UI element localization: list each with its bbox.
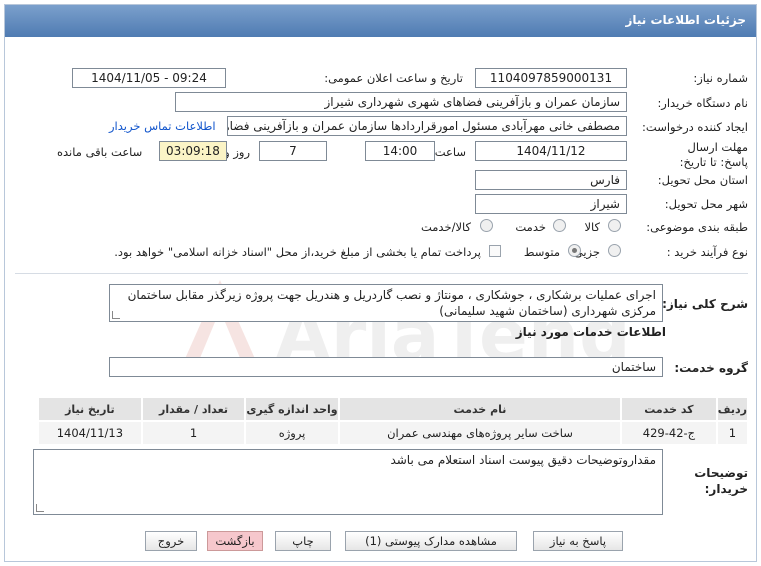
days-label: روز و bbox=[224, 145, 250, 159]
buyer-notes-field: مقداروتوضیحات دقیق پیوست اسناد استعلام م… bbox=[33, 449, 663, 515]
city-field: شیراز bbox=[475, 194, 627, 214]
category-radio-goods[interactable] bbox=[608, 219, 621, 232]
view-attachments-button[interactable]: مشاهده مدارک پیوستی (1) bbox=[345, 531, 517, 551]
deadline-date-field: 1404/11/12 bbox=[475, 141, 627, 161]
cell-row: 1 bbox=[715, 420, 750, 446]
resize-handle-icon[interactable] bbox=[112, 311, 120, 319]
remaining-label: ساعت باقی مانده bbox=[57, 145, 143, 159]
service-group-field: ساختمان bbox=[109, 357, 663, 377]
back-button[interactable]: بازگشت bbox=[207, 531, 263, 551]
cell-service-name: ساخت سایر پروژه‌های مهندسی عمران bbox=[337, 420, 623, 446]
remaining-time-field: 03:09:18 bbox=[159, 141, 227, 161]
description-label: شرح کلی نیاز: bbox=[662, 297, 748, 311]
category-radio-goods-service[interactable] bbox=[480, 219, 493, 232]
table-row: 1 ج-42-429 ساخت سایر پروژه‌های مهندسی عم… bbox=[37, 420, 750, 446]
creator-label: ایجاد کننده درخواست: bbox=[642, 120, 748, 134]
process-label: نوع فرآیند خرید : bbox=[666, 245, 748, 259]
time-label: ساعت bbox=[434, 145, 466, 159]
services-table: ردیف کد خدمت نام خدمت واحد اندازه گیری ت… bbox=[37, 396, 750, 446]
need-number-label: شماره نیاز: bbox=[693, 71, 748, 85]
category-option-goods: کالا bbox=[584, 220, 600, 234]
category-option-goods-service: کالا/خدمت bbox=[420, 220, 471, 234]
col-service-code: کد خدمت bbox=[620, 396, 718, 422]
col-unit: واحد اندازه گیری bbox=[244, 396, 340, 422]
process-option-medium: متوسط bbox=[523, 245, 560, 259]
description-field: اجرای عملیات برشکاری ، جوشکاری ، مونتاژ … bbox=[109, 284, 663, 322]
services-section-title: اطلاعات خدمات مورد نیاز bbox=[515, 325, 666, 339]
buyer-notes-text: مقداروتوضیحات دقیق پیوست اسناد استعلام م… bbox=[390, 453, 656, 467]
print-button[interactable]: چاپ bbox=[275, 531, 331, 551]
announce-label: تاریخ و ساعت اعلان عمومی: bbox=[324, 71, 463, 85]
treasury-payment-checkbox[interactable] bbox=[489, 245, 501, 257]
city-label: شهر محل تحویل: bbox=[664, 197, 748, 211]
days-field: 7 bbox=[259, 141, 327, 161]
deadline-time-field: 14:00 bbox=[365, 141, 435, 161]
page-header: جزئیات اطلاعات نیاز bbox=[5, 5, 756, 37]
cell-unit: پروژه bbox=[244, 420, 340, 446]
cell-service-code: ج-42-429 bbox=[620, 420, 718, 446]
description-text: اجرای عملیات برشکاری ، جوشکاری ، مونتاژ … bbox=[127, 288, 656, 318]
process-radio-minor[interactable] bbox=[608, 244, 621, 257]
buyer-contact-link[interactable]: اطلاعات تماس خریدار bbox=[109, 119, 216, 133]
cell-quantity: 1 bbox=[140, 420, 247, 446]
page-title: جزئیات اطلاعات نیاز bbox=[625, 13, 746, 27]
cell-need-date: 1404/11/13 bbox=[37, 420, 143, 446]
announce-field: 1404/11/05 - 09:24 bbox=[72, 68, 226, 88]
service-group-label: گروه خدمت: bbox=[674, 361, 748, 375]
page-frame: جزئیات اطلاعات نیاز AriaTender.net شماره… bbox=[4, 4, 757, 562]
reply-button[interactable]: پاسخ به نیاز bbox=[533, 531, 623, 551]
resize-handle-icon[interactable] bbox=[36, 504, 44, 512]
col-need-date: تاریخ نیاز bbox=[37, 396, 143, 422]
col-quantity: تعداد / مقدار bbox=[140, 396, 247, 422]
category-radio-service[interactable] bbox=[553, 219, 566, 232]
buyer-org-field: سازمان عمران و بازآفرینی فضاهای شهری شهر… bbox=[175, 92, 627, 112]
col-row: ردیف bbox=[715, 396, 750, 422]
treasury-payment-note: پرداخت تمام یا بخشی از مبلغ خرید،از محل … bbox=[114, 245, 481, 259]
category-option-service: خدمت bbox=[515, 220, 546, 234]
need-number-field: 1104097859000131 bbox=[475, 68, 627, 88]
province-field: فارس bbox=[475, 170, 627, 190]
province-label: استان محل تحویل: bbox=[657, 173, 748, 187]
deadline-label: مهلت ارسال پاسخ: تا تاریخ: bbox=[679, 140, 748, 169]
buyer-notes-label: توضیحات خریدار: bbox=[694, 466, 748, 496]
process-radio-medium[interactable] bbox=[568, 244, 581, 257]
category-label: طبقه بندی موضوعی: bbox=[646, 220, 748, 234]
exit-button[interactable]: خروج bbox=[145, 531, 197, 551]
divider bbox=[15, 273, 748, 274]
services-table-header: ردیف کد خدمت نام خدمت واحد اندازه گیری ت… bbox=[37, 396, 750, 422]
buyer-org-label: نام دستگاه خریدار: bbox=[657, 96, 748, 110]
col-service-name: نام خدمت bbox=[337, 396, 623, 422]
creator-field: مصطفی خانی مهرآبادی مسئول امورقراردادها … bbox=[227, 116, 627, 136]
